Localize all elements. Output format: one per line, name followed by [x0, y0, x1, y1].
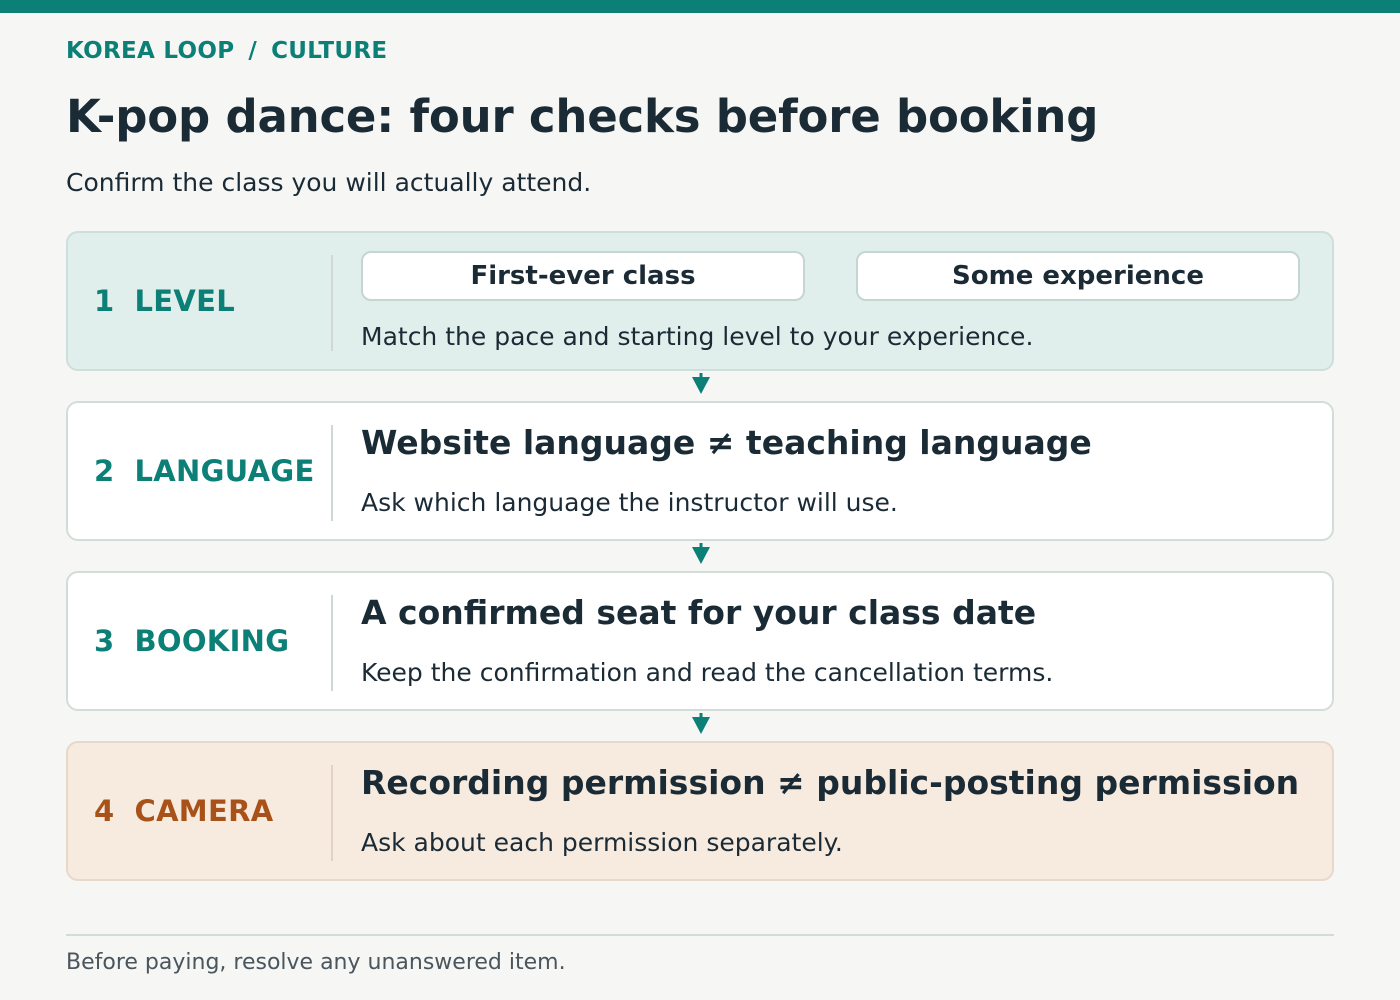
- breadcrumb: KOREA LOOP / CULTURE: [66, 38, 387, 64]
- level-option-first-ever[interactable]: First-ever class: [361, 251, 805, 301]
- arrow-down-icon: [692, 543, 710, 564]
- step-description: Ask which language the instructor will u…: [361, 488, 898, 517]
- step-label: 2 LANGUAGE: [94, 403, 315, 539]
- arrow-down-icon: [692, 713, 710, 734]
- step-card-booking: 3 BOOKING A confirmed seat for your clas…: [66, 571, 1334, 711]
- step-label: 1 LEVEL: [94, 233, 235, 369]
- step-number: 4: [94, 794, 115, 828]
- footer-divider: [66, 934, 1334, 936]
- top-accent-bar: [0, 0, 1400, 13]
- page-title: K-pop dance: four checks before booking: [66, 90, 1099, 143]
- step-title: BOOKING: [134, 624, 290, 658]
- step-heading: A confirmed seat for your class date: [361, 593, 1037, 632]
- step-description: Keep the confirmation and read the cance…: [361, 658, 1054, 687]
- breadcrumb-separator: /: [248, 38, 258, 64]
- breadcrumb-section-link[interactable]: CULTURE: [271, 38, 387, 64]
- step-card-language: 2 LANGUAGE Website language ≠ teaching l…: [66, 401, 1334, 541]
- breadcrumb-site-link[interactable]: KOREA LOOP: [66, 38, 234, 64]
- footer-note: Before paying, resolve any unanswered it…: [66, 950, 566, 975]
- step-title: LANGUAGE: [134, 454, 315, 488]
- step-card-camera: 4 CAMERA Recording permission ≠ public-p…: [66, 741, 1334, 881]
- step-number: 1: [94, 284, 115, 318]
- step-divider: [331, 765, 333, 861]
- arrow-down-icon: [692, 373, 710, 394]
- step-divider: [331, 425, 333, 521]
- step-heading: Website language ≠ teaching language: [361, 423, 1092, 462]
- step-description: Ask about each permission separately.: [361, 828, 843, 857]
- step-label: 4 CAMERA: [94, 743, 273, 879]
- step-description: Match the pace and starting level to you…: [361, 322, 1034, 351]
- step-number: 3: [94, 624, 115, 658]
- step-title: CAMERA: [134, 794, 274, 828]
- step-divider: [331, 255, 333, 351]
- step-heading: Recording permission ≠ public-posting pe…: [361, 763, 1300, 802]
- step-number: 2: [94, 454, 115, 488]
- step-card-level: 1 LEVEL First-ever class Some experience…: [66, 231, 1334, 371]
- page-subtitle: Confirm the class you will actually atte…: [66, 168, 592, 197]
- step-title: LEVEL: [134, 284, 236, 318]
- step-divider: [331, 595, 333, 691]
- step-label: 3 BOOKING: [94, 573, 289, 709]
- level-option-some-experience[interactable]: Some experience: [856, 251, 1300, 301]
